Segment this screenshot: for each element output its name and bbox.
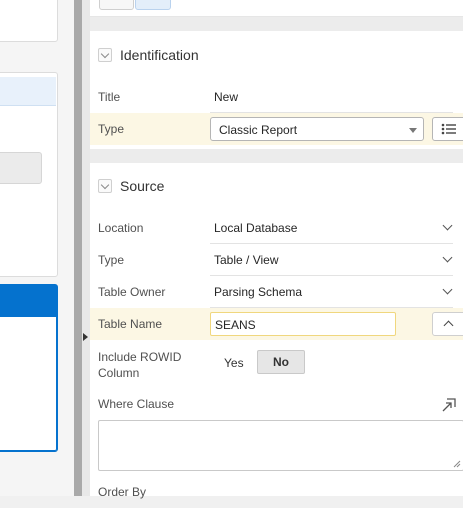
source-type-select[interactable]: Table / View bbox=[214, 253, 278, 267]
list-icon bbox=[441, 123, 456, 135]
prop-row-table-name: Table Name SEANS bbox=[90, 308, 463, 340]
property-editor: Identification Title New Type Classic Re… bbox=[90, 0, 463, 499]
chevron-down-icon[interactable] bbox=[442, 284, 453, 295]
left-panel-button[interactable] bbox=[0, 152, 42, 184]
table-name-value: SEANS bbox=[215, 318, 256, 332]
group-title: Identification bbox=[120, 47, 199, 63]
toolbar-button-active[interactable] bbox=[135, 0, 171, 10]
prop-row-source-type: Type Table / View bbox=[90, 244, 463, 276]
prop-row-type: Type Classic Report bbox=[90, 113, 463, 145]
prop-label: Type bbox=[98, 122, 125, 136]
group-title: Source bbox=[120, 178, 165, 194]
caret-down-icon bbox=[409, 128, 417, 133]
prop-label: Table Owner bbox=[98, 285, 166, 299]
left-pane bbox=[0, 0, 74, 496]
chevron-up-icon[interactable] bbox=[432, 312, 463, 336]
group-separator bbox=[90, 17, 463, 31]
pane-splitter[interactable] bbox=[74, 0, 82, 496]
prop-row-location: Location Local Database bbox=[90, 212, 463, 244]
expand-icon[interactable] bbox=[442, 398, 456, 412]
list-button[interactable] bbox=[432, 117, 463, 141]
chevron-down-icon[interactable] bbox=[442, 252, 453, 263]
rowid-yes-option[interactable]: Yes bbox=[224, 356, 244, 370]
prop-label: Type bbox=[98, 253, 125, 267]
prop-label: Title bbox=[98, 90, 121, 104]
left-panel-selected-item[interactable] bbox=[0, 77, 56, 106]
prop-row-title: Title New bbox=[90, 81, 463, 113]
chevron-down-icon[interactable] bbox=[98, 48, 112, 62]
prop-label: Order By bbox=[98, 485, 147, 499]
prop-row-include-rowid: Include ROWID Column Yes No bbox=[90, 348, 463, 380]
group-separator bbox=[90, 149, 463, 163]
prop-row-table-owner: Table Owner Parsing Schema bbox=[90, 276, 463, 308]
top-toolbar bbox=[90, 0, 463, 17]
left-panel-card bbox=[0, 0, 58, 42]
group-header-source[interactable]: Source bbox=[90, 168, 463, 204]
resize-grip-icon[interactable] bbox=[453, 460, 461, 468]
left-panel-active-header bbox=[0, 285, 57, 317]
type-select[interactable]: Classic Report bbox=[210, 117, 424, 141]
prop-row-order-by: Order By bbox=[90, 476, 463, 508]
location-select[interactable]: Local Database bbox=[214, 221, 297, 235]
title-field[interactable]: New bbox=[214, 90, 238, 104]
rowid-no-option[interactable]: No bbox=[257, 350, 305, 374]
prop-label: Where Clause bbox=[98, 397, 175, 411]
prop-label: Include ROWID Column bbox=[98, 349, 181, 381]
group-header-identification[interactable]: Identification bbox=[90, 37, 463, 73]
left-panel-active-region[interactable] bbox=[0, 284, 58, 452]
splitter-gap bbox=[82, 0, 90, 496]
prop-label: Location bbox=[98, 221, 144, 235]
table-name-input[interactable]: SEANS bbox=[210, 312, 396, 336]
splitter-arrow-icon[interactable] bbox=[83, 333, 88, 341]
prop-row-where-clause: Where Clause bbox=[90, 388, 463, 420]
prop-label-line: Column bbox=[98, 366, 140, 380]
chevron-down-icon[interactable] bbox=[98, 179, 112, 193]
table-owner-select[interactable]: Parsing Schema bbox=[214, 285, 302, 299]
where-clause-textarea[interactable] bbox=[98, 420, 463, 471]
type-select-value: Classic Report bbox=[219, 123, 298, 137]
toolbar-button[interactable] bbox=[99, 0, 134, 10]
chevron-down-icon[interactable] bbox=[442, 220, 453, 231]
prop-label: Table Name bbox=[98, 317, 163, 331]
prop-label-line: Include ROWID bbox=[98, 350, 182, 364]
